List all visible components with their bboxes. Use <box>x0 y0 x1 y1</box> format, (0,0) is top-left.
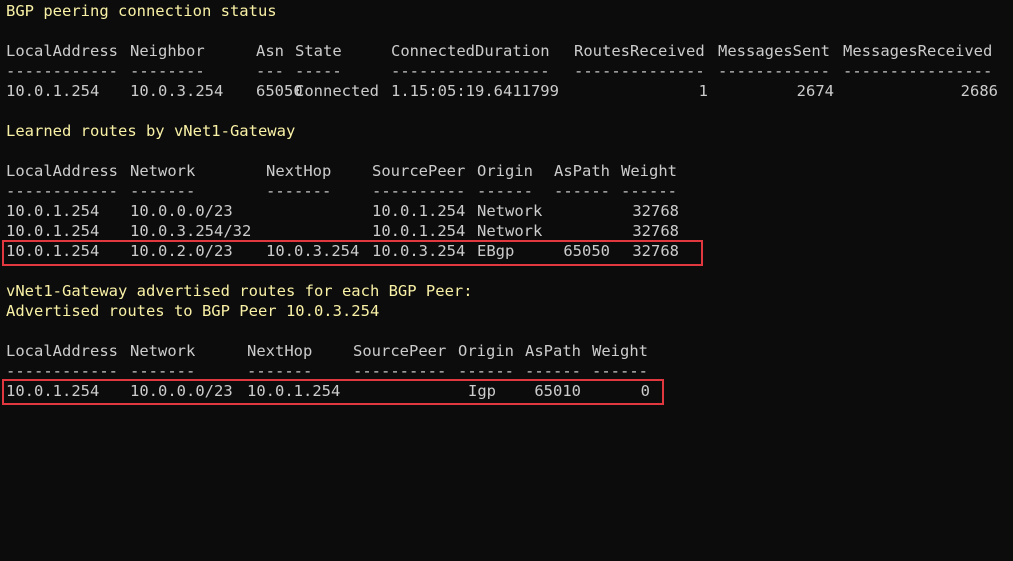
learned-sourcepeer: 10.0.1.254 <box>372 222 466 240</box>
underline: -------- <box>130 62 205 80</box>
learned-network: 10.0.3.254/32 <box>130 222 252 240</box>
learned-col-weight: Weight <box>621 162 677 180</box>
adv-col-nexthop: NextHop <box>247 342 313 360</box>
underline: ------------ <box>718 62 830 80</box>
learned-aspath: 65050 <box>563 242 610 260</box>
adv-col-sourcepeer: SourcePeer <box>353 342 447 360</box>
peer-col-messagesreceived: MessagesReceived <box>843 42 993 60</box>
peer-col-neighbor: Neighbor <box>130 42 205 60</box>
learned-routes-title: Learned routes by vNet1-Gateway <box>6 122 296 140</box>
peer-neighbor: 10.0.3.254 <box>130 82 224 100</box>
learned-col-localaddress: LocalAddress <box>6 162 118 180</box>
peer-col-asn: Asn <box>256 42 284 60</box>
peer-messagesreceived: 2686 <box>960 82 998 100</box>
learned-weight: 32768 <box>632 222 679 240</box>
learned-network: 10.0.0.0/23 <box>130 202 233 220</box>
learned-table-underline: ------------ ------- ------- ---------- … <box>6 181 1013 201</box>
underline: ---------------- <box>843 62 993 80</box>
learned-localaddress: 10.0.1.254 <box>6 222 100 240</box>
underline: ------------ <box>6 62 118 80</box>
table-row: 10.0.1.254 10.0.0.0/23 10.0.1.254 Networ… <box>6 201 1013 221</box>
peer-col-connectedduration: ConnectedDuration <box>391 42 550 60</box>
underline: ------ <box>477 182 533 200</box>
peer-table-underline: ------------ -------- --- ----- --------… <box>6 61 1013 81</box>
underline: ----------------- <box>391 62 550 80</box>
peer-table-header: LocalAddress Neighbor Asn State Connecte… <box>6 41 1013 61</box>
learned-localaddress: 10.0.1.254 <box>6 202 100 220</box>
peer-messagessent: 2674 <box>796 82 834 100</box>
adv-col-weight: Weight <box>592 342 648 360</box>
advertised-routes-heading: vNet1-Gateway advertised routes for each… <box>6 282 473 300</box>
adv-col-origin: Origin <box>458 342 514 360</box>
underline: ------- <box>130 182 196 200</box>
underline: -------------- <box>574 62 705 80</box>
learned-sourcepeer: 10.0.1.254 <box>372 202 466 220</box>
learned-origin: Network <box>477 202 543 220</box>
underline: --- <box>256 62 284 80</box>
peer-routesreceived: 1 <box>698 82 708 100</box>
table-row-highlighted: 10.0.1.254 10.0.0.0/23 10.0.1.254 Igp 65… <box>6 381 1013 401</box>
adv-aspath: 65010 <box>534 382 581 400</box>
underline: ------- <box>247 362 313 380</box>
learned-localaddress: 10.0.1.254 <box>6 242 100 260</box>
peer-localaddress: 10.0.1.254 <box>6 82 100 100</box>
adv-col-aspath: AsPath <box>525 342 581 360</box>
peer-col-state: State <box>295 42 342 60</box>
underline: ------- <box>130 362 196 380</box>
underline: ------ <box>525 362 581 380</box>
learned-nexthop: 10.0.3.254 <box>266 242 360 260</box>
underline: ------------ <box>6 362 118 380</box>
learned-weight: 32768 <box>632 202 679 220</box>
table-row: 10.0.1.254 10.0.3.254/32 10.0.1.254 Netw… <box>6 221 1013 241</box>
peer-state: Connected <box>295 82 379 100</box>
underline: ------ <box>554 182 610 200</box>
underline: ---------- <box>353 362 447 380</box>
peer-connectedduration: 1.15:05:19.6411799 <box>391 82 559 100</box>
learned-sourcepeer: 10.0.3.254 <box>372 242 466 260</box>
advertised-table-underline: ------------ ------- ------- ---------- … <box>6 361 1013 381</box>
adv-col-network: Network <box>130 342 196 360</box>
learned-weight: 32768 <box>632 242 679 260</box>
learned-col-aspath: AsPath <box>554 162 610 180</box>
learned-origin: Network <box>477 222 543 240</box>
table-row-highlighted: 10.0.1.254 10.0.2.0/23 10.0.3.254 10.0.3… <box>6 241 1013 261</box>
adv-origin: Igp <box>468 382 496 400</box>
peer-col-messagessent: MessagesSent <box>718 42 830 60</box>
peer-col-routesreceived: RoutesReceived <box>574 42 705 60</box>
learned-col-network: Network <box>130 162 196 180</box>
underline: ------ <box>458 362 514 380</box>
advertised-table-header: LocalAddress Network NextHop SourcePeer … <box>6 341 1013 361</box>
underline: ------ <box>592 362 648 380</box>
underline: ---------- <box>372 182 466 200</box>
adv-weight: 0 <box>640 382 650 400</box>
underline: ------- <box>266 182 332 200</box>
learned-origin: EBgp <box>477 242 515 260</box>
learned-table-header: LocalAddress Network NextHop SourcePeer … <box>6 161 1013 181</box>
terminal-output: BGP peering connection status LocalAddre… <box>6 1 1013 401</box>
learned-col-nexthop: NextHop <box>266 162 332 180</box>
learned-network: 10.0.2.0/23 <box>130 242 233 260</box>
adv-network: 10.0.0.0/23 <box>130 382 233 400</box>
table-row: 10.0.1.254 10.0.3.254 65050 Connected 1.… <box>6 81 1013 101</box>
bgp-status-title: BGP peering connection status <box>6 2 277 20</box>
advertised-routes-subheading: Advertised routes to BGP Peer 10.0.3.254 <box>6 302 380 320</box>
adv-localaddress: 10.0.1.254 <box>6 382 100 400</box>
peer-col-localaddress: LocalAddress <box>6 42 118 60</box>
adv-col-localaddress: LocalAddress <box>6 342 118 360</box>
learned-col-origin: Origin <box>477 162 533 180</box>
learned-col-sourcepeer: SourcePeer <box>372 162 466 180</box>
adv-nexthop: 10.0.1.254 <box>247 382 341 400</box>
underline: ------ <box>621 182 677 200</box>
underline: ------------ <box>6 182 118 200</box>
underline: ----- <box>295 62 342 80</box>
